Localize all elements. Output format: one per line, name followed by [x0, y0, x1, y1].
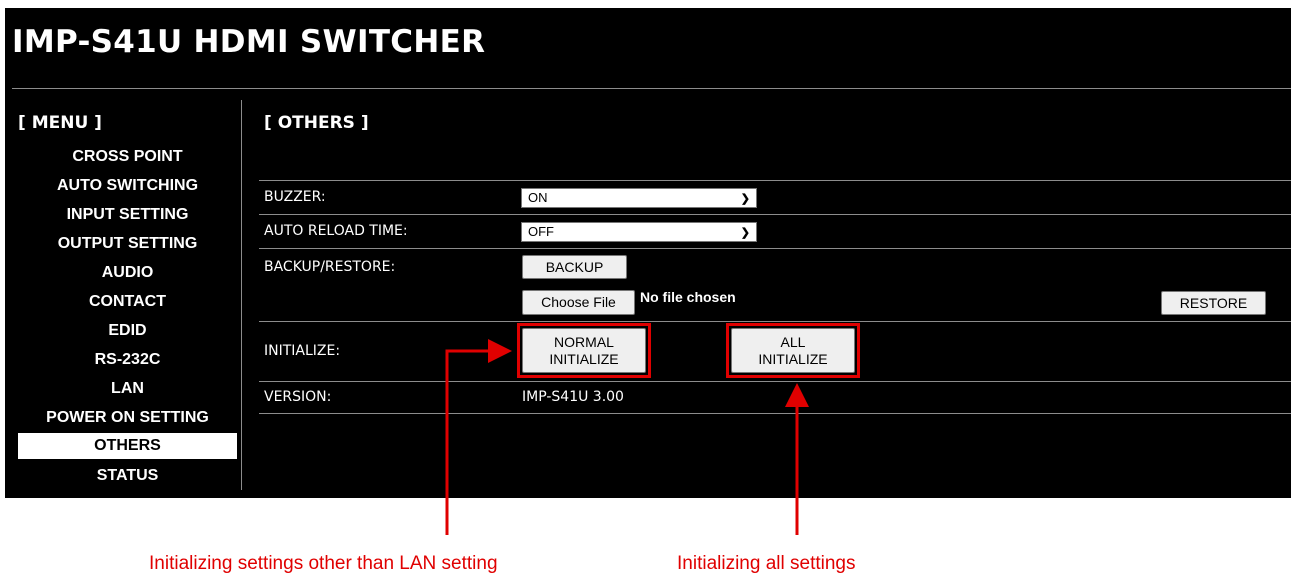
all-initialize-note: Initializing all settings [677, 553, 856, 574]
annotation-arrows [445, 339, 809, 535]
normal-initialize-arrow [445, 339, 512, 535]
normal-initialize-note: Initializing settings other than LAN set… [149, 553, 498, 574]
